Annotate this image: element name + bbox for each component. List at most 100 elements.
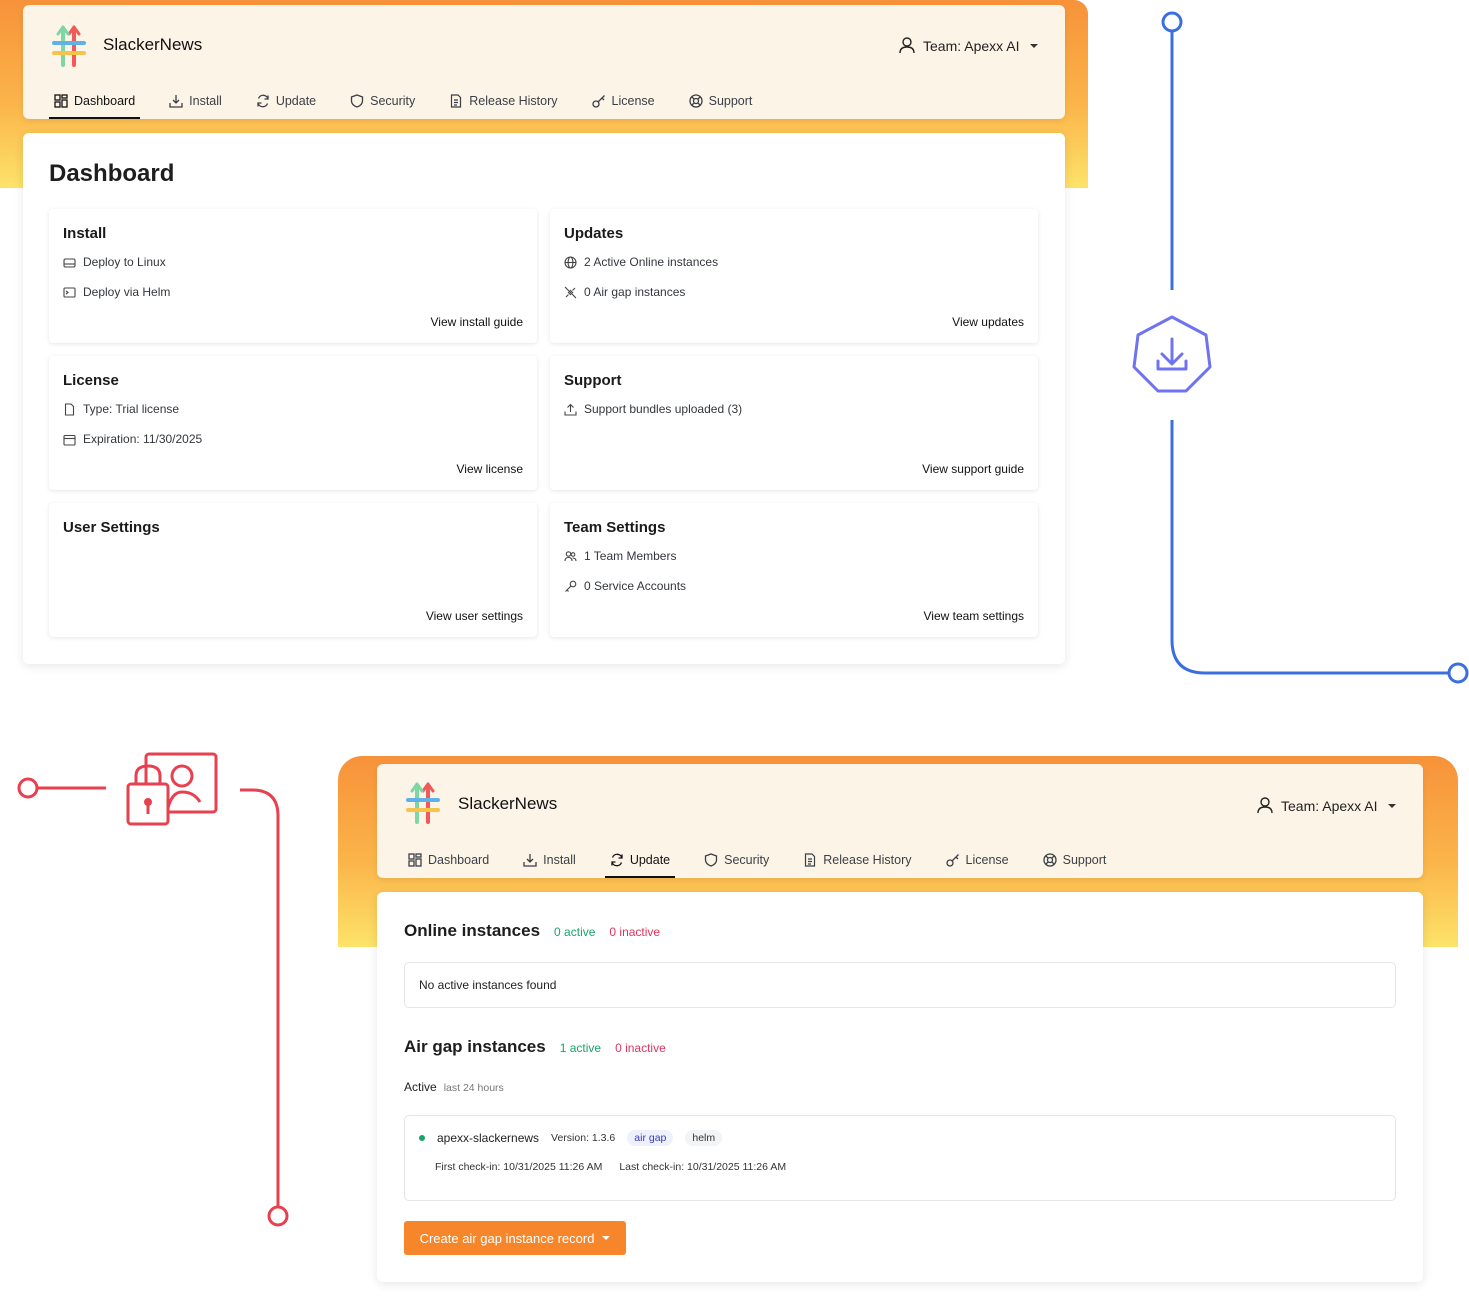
update-panel: Online instances 0 active 0 inactive No … xyxy=(377,892,1423,1282)
card-title: Updates xyxy=(564,225,624,242)
tab-release-history[interactable]: Release History xyxy=(798,844,916,876)
tab-update[interactable]: Update xyxy=(251,85,321,117)
chevron-down-icon xyxy=(1387,803,1396,808)
view-license-link[interactable]: View license xyxy=(457,462,523,476)
last-checkin: Last check-in: 10/31/2025 11:26 AM xyxy=(619,1161,787,1173)
tab-label: Support xyxy=(1062,853,1107,867)
shield-icon xyxy=(350,94,364,108)
section-title: Air gap instances xyxy=(404,1037,546,1056)
view-user-settings-link[interactable]: View user settings xyxy=(426,609,523,623)
server-icon xyxy=(63,257,76,268)
create-airgap-record-button[interactable]: Create air gap instance record xyxy=(404,1221,626,1255)
tab-release-history[interactable]: Release History xyxy=(444,85,562,117)
button-label: Create air gap instance record xyxy=(419,1230,595,1246)
file-icon xyxy=(64,402,75,416)
key-icon xyxy=(945,854,959,867)
active-count: 1 active xyxy=(559,1041,602,1055)
main-nav: Dashboard Install Update Security Releas… xyxy=(49,85,758,119)
status-dot xyxy=(419,1135,425,1141)
view-team-settings-link[interactable]: View team settings xyxy=(924,609,1025,623)
tab-label: Dashboard xyxy=(428,853,490,867)
download-icon xyxy=(169,95,183,108)
tab-label: Security xyxy=(724,853,770,867)
tab-label: Install xyxy=(189,94,222,108)
team-label: Team: Apexx AI xyxy=(1281,797,1378,814)
tab-label: Update xyxy=(629,853,671,867)
card-title: Install xyxy=(63,225,107,242)
refresh-icon xyxy=(257,94,269,108)
terminal-icon xyxy=(63,286,76,298)
app-header: SlackerNews Team: Apexx AI Dashboard Ins… xyxy=(377,764,1423,878)
active-count: 0 active xyxy=(554,925,596,939)
checkin-info: First check-in: 10/31/2025 11:26 AM Last… xyxy=(435,1161,786,1173)
slackernews-logo-icon xyxy=(406,782,440,824)
tab-support[interactable]: Support xyxy=(684,85,758,117)
card-line: 2 Active Online instances xyxy=(564,255,718,269)
main-nav: Dashboard Install Update Security Releas… xyxy=(403,844,1112,878)
airgap-instance-row[interactable]: apexx-slackernews Version: 1.3.6 air gap… xyxy=(404,1115,1396,1201)
card-line: Expiration: 11/30/2025 xyxy=(63,432,202,446)
user-settings-card: User Settings View user settings xyxy=(49,503,537,637)
view-support-guide-link[interactable]: View support guide xyxy=(922,462,1024,476)
team-label: Team: Apexx AI xyxy=(923,37,1020,54)
tab-security[interactable]: Security xyxy=(699,844,774,876)
tab-security[interactable]: Security xyxy=(345,85,420,117)
first-checkin: First check-in: 10/31/2025 11:26 AM xyxy=(435,1161,603,1173)
tab-dashboard[interactable]: Dashboard xyxy=(49,85,141,119)
instance-version: Version: 1.3.6 xyxy=(551,1132,616,1144)
tab-support[interactable]: Support xyxy=(1038,844,1112,876)
tab-label: Security xyxy=(370,94,416,108)
instance-name[interactable]: apexx-slackernews xyxy=(437,1131,539,1145)
tab-license[interactable]: License xyxy=(587,85,660,117)
tab-label: Install xyxy=(543,853,576,867)
card-title: Team Settings xyxy=(564,519,666,536)
team-switcher[interactable]: Team: Apexx AI xyxy=(1257,797,1396,814)
page-title: Dashboard xyxy=(49,160,175,187)
card-title: License xyxy=(63,372,119,389)
tab-license[interactable]: License xyxy=(941,844,1014,876)
card-line: Deploy to Linux xyxy=(63,255,166,269)
active-filter-label: Active last 24 hours xyxy=(404,1080,504,1094)
user-icon xyxy=(1257,797,1273,814)
inactive-count: 0 inactive xyxy=(609,925,661,939)
tab-label: Support xyxy=(708,94,753,108)
upload-icon xyxy=(564,403,577,416)
document-icon xyxy=(451,94,462,108)
lifebuoy-icon xyxy=(1042,853,1057,867)
shield-icon xyxy=(704,853,718,867)
online-instances-heading: Online instances 0 active 0 inactive xyxy=(404,921,660,941)
license-card: License Type: Trial license Expiration: … xyxy=(49,356,537,490)
chevron-down-icon xyxy=(602,1236,611,1240)
tag-badge: helm xyxy=(685,1130,723,1146)
chevron-down-icon xyxy=(1029,43,1038,48)
tag-badge: air gap xyxy=(627,1130,674,1146)
team-settings-card: Team Settings 1 Team Members 0 Service A… xyxy=(550,503,1038,637)
tab-install[interactable]: Install xyxy=(518,844,581,876)
tab-label: Dashboard xyxy=(74,94,136,108)
tab-label: Release History xyxy=(469,94,558,108)
team-switcher[interactable]: Team: Apexx AI xyxy=(899,37,1038,54)
lifebuoy-icon xyxy=(688,94,703,108)
card-title: Support xyxy=(564,372,622,389)
view-updates-link[interactable]: View updates xyxy=(952,315,1024,329)
card-line: 0 Air gap instances xyxy=(564,285,685,299)
empty-state-text: No active instances found xyxy=(419,978,557,992)
card-title: User Settings xyxy=(63,519,160,536)
card-line: Type: Trial license xyxy=(63,402,179,416)
tab-dashboard[interactable]: Dashboard xyxy=(403,844,494,876)
install-card: Install Deploy to Linux Deploy via Helm … xyxy=(49,209,537,343)
calendar-icon xyxy=(63,434,76,446)
airgap-instances-heading: Air gap instances 1 active 0 inactive xyxy=(404,1037,666,1057)
tab-update[interactable]: Update xyxy=(604,844,676,878)
view-install-guide-link[interactable]: View install guide xyxy=(430,315,523,329)
online-instances-list: No active instances found xyxy=(404,962,1396,1008)
tab-install[interactable]: Install xyxy=(164,85,227,117)
slackernews-logo-icon xyxy=(52,25,86,67)
unplugged-icon xyxy=(564,286,577,298)
download-hex-icon xyxy=(1132,315,1212,393)
card-line: 0 Service Accounts xyxy=(564,579,686,593)
tab-label: License xyxy=(965,853,1009,867)
app-header: SlackerNews Team: Apexx AI Dashboard Ins… xyxy=(23,5,1065,119)
tab-label: License xyxy=(611,94,655,108)
inactive-count: 0 inactive xyxy=(615,1041,666,1055)
